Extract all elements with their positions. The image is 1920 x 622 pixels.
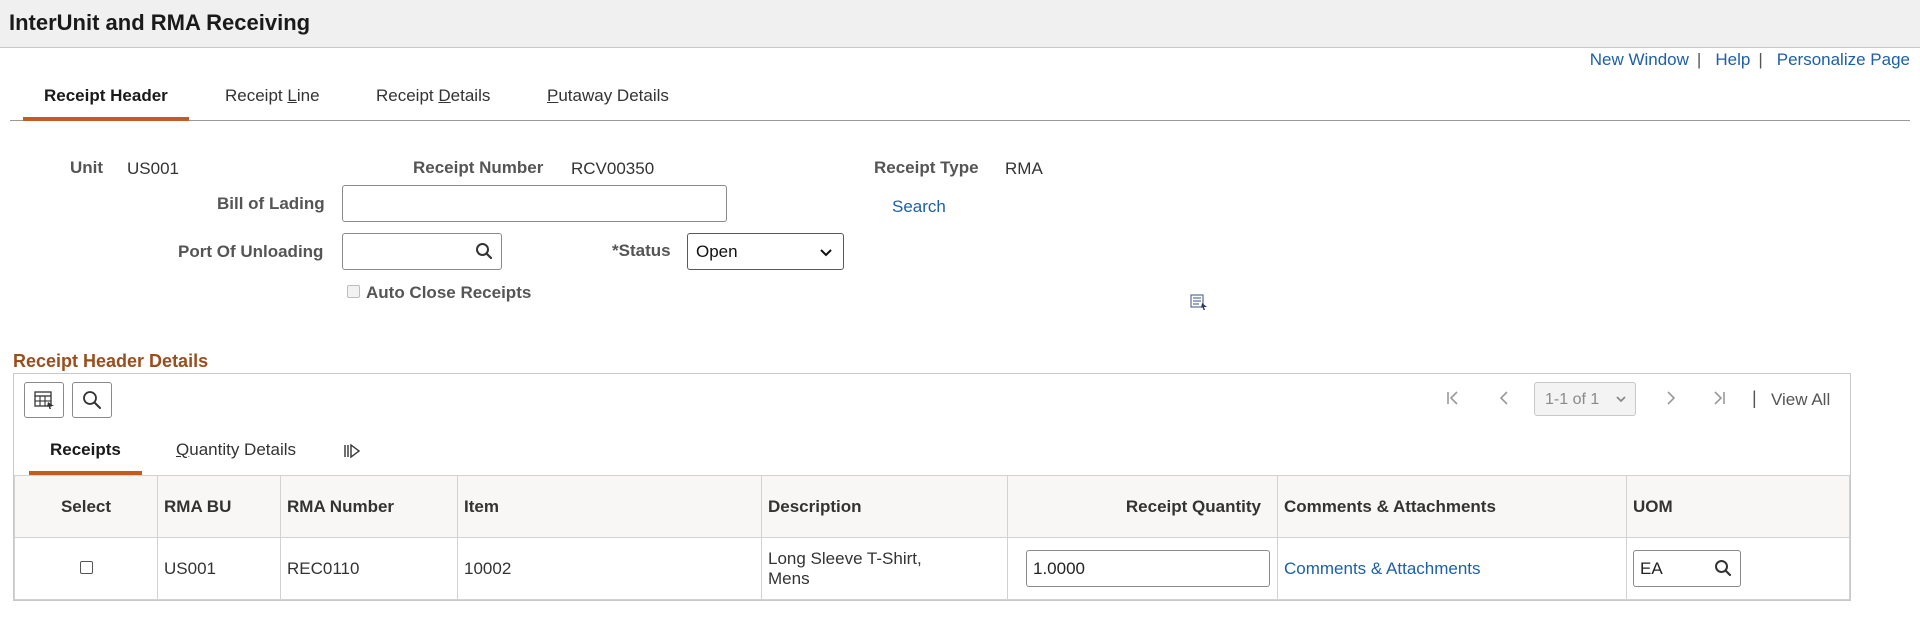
tab-receipts[interactable]: Receipts — [29, 438, 142, 475]
previous-page-icon[interactable] — [1496, 390, 1512, 411]
tab-label: Receipt — [376, 86, 439, 105]
show-all-columns-icon[interactable] — [343, 443, 361, 464]
receipts-table: Select RMA BU RMA Number Item Descriptio… — [14, 475, 1850, 600]
tab-quantity-details[interactable]: Quantity Details — [176, 438, 296, 474]
tab-label: etails — [450, 86, 491, 105]
bill-of-lading-label: Bill of Lading — [217, 194, 325, 213]
unit-label: Unit — [70, 158, 104, 177]
tab-label-accesskey: D — [438, 86, 451, 105]
comments-attachments-link[interactable]: Comments & Attachments — [1284, 559, 1481, 578]
find-button[interactable] — [72, 382, 112, 418]
receipt-header-details-title: Receipt Header Details — [13, 351, 209, 371]
auto-close-checkbox[interactable] — [347, 285, 360, 298]
column-header-select: Select — [14, 475, 158, 538]
comments-cell: Comments & Attachments — [1277, 537, 1627, 600]
personalize-page-link[interactable]: Personalize Page — [1777, 50, 1910, 69]
port-of-unloading-input[interactable] — [342, 233, 502, 270]
port-of-unloading-label: Port Of Unloading — [178, 242, 324, 261]
tab-putaway-details[interactable]: Putaway Details — [547, 84, 669, 120]
next-page-icon[interactable] — [1663, 390, 1679, 411]
row-select-checkbox[interactable] — [79, 560, 93, 574]
receipt-quantity-input[interactable]: 1.0000 — [1026, 550, 1270, 587]
tab-receipt-header[interactable]: Receipt Header — [23, 84, 189, 121]
personalize-grid-button[interactable] — [24, 382, 64, 418]
tab-label: Receipt Header — [44, 86, 168, 105]
uom-cell: EA — [1626, 537, 1850, 600]
auto-close-label: Auto Close Receipts — [366, 283, 532, 302]
link-separator: | — [1758, 50, 1763, 69]
pager-separator: | — [1752, 388, 1757, 408]
receipt-type-label: Receipt Type — [874, 158, 979, 177]
last-page-icon[interactable] — [1711, 390, 1727, 411]
tab-label: Receipts — [50, 440, 121, 459]
main-tabs: Receipt Header Receipt Line Receipt Deta… — [10, 80, 1910, 121]
column-header-rma-bu: RMA BU — [157, 475, 281, 538]
chevron-down-icon — [1615, 392, 1627, 410]
column-header-item: Item — [457, 475, 762, 538]
link-separator: | — [1696, 50, 1702, 69]
description-line: Mens — [768, 568, 810, 588]
status-select[interactable]: Open — [687, 233, 844, 270]
receipt-type-value: RMA — [1005, 159, 1043, 178]
search-icon[interactable] — [475, 242, 493, 265]
first-page-icon[interactable] — [1445, 390, 1461, 411]
rma-bu-cell: US001 — [157, 537, 281, 600]
page-range-value: 1-1 of 1 — [1545, 391, 1600, 408]
receipt-number-value: RCV00350 — [571, 159, 655, 178]
search-link[interactable]: Search — [892, 197, 946, 217]
uom-input[interactable]: EA — [1633, 550, 1741, 587]
column-header-comments: Comments & Attachments — [1277, 475, 1627, 538]
search-icon[interactable] — [1714, 559, 1732, 582]
tab-label-accesskey: P — [547, 86, 559, 105]
status-label: *Status — [612, 241, 671, 260]
view-all-link[interactable]: View All — [1771, 390, 1830, 410]
tab-label-accesskey: Q — [176, 440, 190, 459]
table-header-row: Select RMA BU RMA Number Item Descriptio… — [14, 475, 1850, 538]
tab-receipt-line[interactable]: Receipt Line — [225, 84, 320, 120]
select-cell — [14, 537, 158, 600]
tab-label: Receipt — [225, 86, 288, 105]
receipt-number-label: Receipt Number — [413, 158, 544, 177]
column-header-receipt-quantity: Receipt Quantity — [1007, 475, 1278, 538]
description-line: Long Sleeve T-Shirt, — [768, 548, 922, 568]
tab-label: ine — [296, 86, 320, 105]
help-link[interactable]: Help — [1715, 50, 1750, 69]
receipt-quantity-cell: 1.0000 — [1007, 537, 1278, 600]
column-header-description: Description — [761, 475, 1008, 538]
new-window-link[interactable]: New Window — [1590, 50, 1689, 69]
related-content-icon[interactable] — [1190, 294, 1208, 315]
tab-label: utaway Details — [558, 86, 669, 105]
tab-receipt-details[interactable]: Receipt Details — [376, 84, 490, 120]
bill-of-lading-input[interactable] — [342, 185, 727, 222]
title-bar: InterUnit and RMA Receiving — [0, 0, 1920, 48]
rma-number-cell: REC0110 — [280, 537, 458, 600]
description-cell: Long Sleeve T-Shirt, Mens — [761, 537, 1008, 600]
uom-value: EA — [1640, 559, 1663, 578]
table-row: US001 REC0110 10002 Long Sleeve T-Shirt,… — [14, 537, 1850, 600]
tab-label-accesskey: L — [287, 86, 297, 105]
page-range-select[interactable]: 1-1 of 1 — [1534, 382, 1636, 416]
page-title: InterUnit and RMA Receiving — [9, 10, 311, 35]
column-header-rma-number: RMA Number — [280, 475, 458, 538]
unit-value: US001 — [127, 159, 179, 178]
receipt-header-details-grid: 1-1 of 1 | View All Receipts Quantity De… — [13, 373, 1851, 601]
column-header-uom: UOM — [1626, 475, 1850, 538]
status-selected-value: Open — [696, 242, 738, 261]
top-links: New Window | Help | Personalize Page — [1590, 50, 1910, 70]
chevron-down-icon — [819, 244, 833, 264]
item-cell: 10002 — [457, 537, 762, 600]
tab-label: uantity Details — [189, 440, 297, 459]
